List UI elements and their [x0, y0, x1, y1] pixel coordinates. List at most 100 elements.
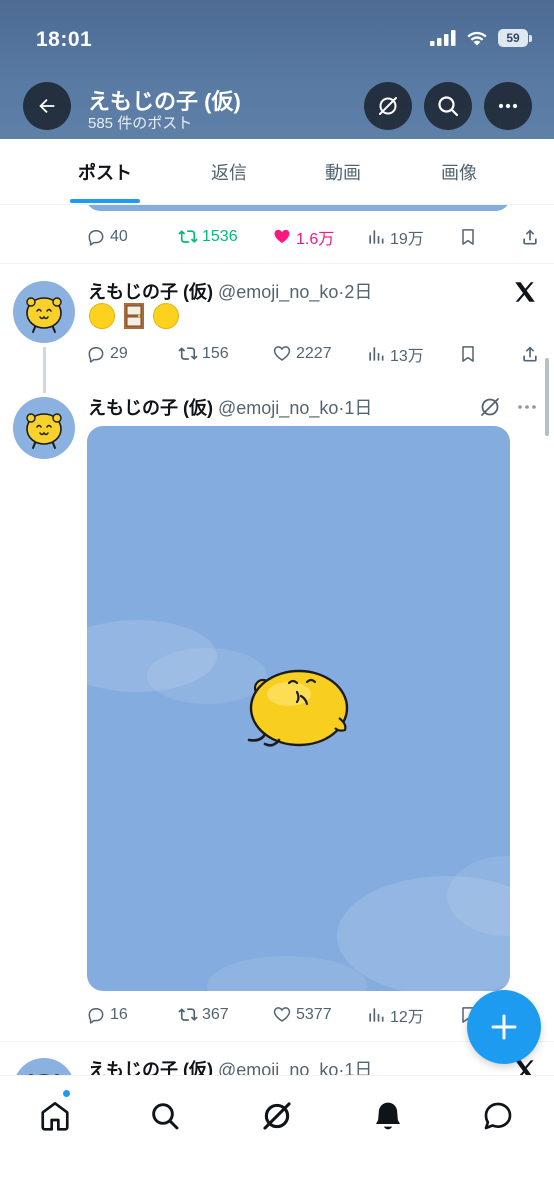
profile-screen: 18:01 59 えもじの子 (仮) 585 件のポスト ポスト 返信 動画 画…: [0, 0, 554, 1199]
like-count: 5377: [296, 1006, 332, 1023]
post-media[interactable]: [86, 205, 510, 211]
post-header: えもじの子 (仮) @emoji_no_ko·2日: [88, 282, 373, 302]
status-time: 18:01: [36, 28, 93, 51]
repost-count: 156: [202, 345, 229, 362]
bookmark-icon: [462, 346, 474, 362]
post-header: えもじの子 (仮) @emoji_no_ko·1日: [88, 398, 373, 418]
bottom-navigation: [0, 1075, 554, 1199]
author-name[interactable]: えもじの子 (仮): [88, 282, 213, 302]
share-icon: [523, 229, 537, 245]
view-count: 13万: [390, 348, 424, 365]
more-icon: [498, 103, 518, 109]
arrow-left-icon: [39, 98, 55, 114]
reply-icon: [88, 1008, 104, 1024]
heart-filled-icon: [274, 229, 290, 243]
more-button[interactable]: [484, 82, 532, 130]
like-count: 2227: [296, 345, 332, 362]
reply-button[interactable]: 29: [86, 339, 128, 369]
post-count: 585 件のポスト: [88, 115, 193, 132]
battery-level: 59: [498, 29, 528, 47]
post-media[interactable]: [87, 426, 510, 991]
reply-icon: [88, 230, 104, 246]
nav-home[interactable]: [35, 1096, 75, 1136]
views-icon: [369, 1008, 384, 1022]
repost-icon: [178, 230, 198, 243]
post-actions: 40 1536 1.6万 19万: [86, 222, 542, 252]
like-button[interactable]: 2227: [272, 339, 332, 369]
search-icon: [438, 96, 459, 117]
grok-icon[interactable]: [478, 395, 502, 419]
grok-button[interactable]: [364, 82, 412, 130]
repost-button[interactable]: 1536: [178, 222, 238, 252]
heart-icon: [273, 346, 291, 361]
reply-count: 40: [110, 228, 128, 245]
post-text: [88, 302, 180, 330]
nav-grok[interactable]: [257, 1096, 297, 1136]
avatar[interactable]: [13, 397, 75, 459]
grok-icon: [379, 97, 397, 115]
post-header: えもじの子 (仮) @emoji_no_ko·1日: [88, 1056, 372, 1075]
messages-icon: [484, 1102, 512, 1130]
emoji-blob-avatar: [26, 297, 62, 333]
views-button[interactable]: 13万: [366, 339, 424, 369]
post-more-icon[interactable]: [515, 395, 539, 419]
door-emoji: [124, 303, 144, 329]
like-count: 1.6万: [296, 231, 335, 248]
post-time: 1日: [344, 1060, 373, 1075]
post-feed[interactable]: 40 1536 1.6万 19万 えもじの子 (仮) @emoji_no_ko·…: [0, 205, 554, 1075]
status-bar: 18:01 59: [0, 0, 554, 80]
post-divider: [0, 263, 554, 264]
scroll-indicator[interactable]: [545, 358, 549, 436]
reply-count: 29: [110, 345, 128, 362]
grok-icon: [263, 1102, 291, 1130]
reply-button[interactable]: 16: [86, 1000, 128, 1030]
post-time: 1日: [344, 398, 373, 418]
tab-posts[interactable]: ポスト: [36, 139, 174, 205]
compose-button[interactable]: [467, 990, 541, 1064]
share-button[interactable]: [520, 222, 540, 252]
author-handle[interactable]: @emoji_no_ko: [218, 398, 338, 418]
share-button[interactable]: [520, 339, 540, 369]
author-handle[interactable]: @emoji_no_ko: [218, 1060, 338, 1075]
nav-notifications[interactable]: [368, 1096, 408, 1136]
author-name[interactable]: えもじの子 (仮): [88, 1060, 213, 1075]
battery-icon: 59: [498, 29, 532, 47]
reply-button[interactable]: 40: [86, 222, 128, 252]
yellow-circle-emoji: [153, 303, 179, 329]
bookmark-button[interactable]: [458, 222, 478, 252]
view-count: 12万: [390, 1009, 424, 1026]
unread-indicator: [62, 1089, 71, 1098]
home-icon: [41, 1102, 69, 1131]
back-button[interactable]: [23, 82, 71, 130]
like-button[interactable]: 1.6万: [272, 222, 334, 252]
compose-plus-icon: [491, 1014, 517, 1040]
nav-search[interactable]: [145, 1096, 185, 1136]
nav-messages[interactable]: [478, 1096, 518, 1136]
search-button[interactable]: [424, 82, 472, 130]
views-button[interactable]: 19万: [366, 222, 424, 252]
yellow-circle-emoji: [89, 303, 115, 329]
x-logo-icon: [515, 282, 535, 302]
repost-icon: [178, 347, 198, 360]
views-button[interactable]: 12万: [366, 1000, 424, 1030]
emoji-blob-avatar: [28, 1074, 60, 1075]
post-time: 2日: [344, 282, 373, 302]
avatar[interactable]: [13, 1058, 75, 1075]
reply-icon: [88, 347, 104, 363]
like-button[interactable]: 5377: [272, 1000, 332, 1030]
repost-button[interactable]: 156: [178, 339, 229, 369]
author-handle[interactable]: @emoji_no_ko: [218, 282, 338, 302]
tab-active-indicator: [70, 199, 140, 203]
bookmark-button[interactable]: [458, 339, 478, 369]
tab-media[interactable]: 画像: [390, 139, 528, 205]
profile-header: 18:01 59 えもじの子 (仮) 585 件のポスト: [0, 0, 554, 139]
avatar[interactable]: [13, 281, 75, 343]
repost-button[interactable]: 367: [178, 1000, 229, 1030]
repost-count: 367: [202, 1006, 229, 1023]
thread-line: [43, 347, 46, 393]
heart-icon: [273, 1007, 291, 1022]
views-icon: [369, 230, 384, 244]
repost-count: 1536: [202, 228, 238, 245]
blob-character-image: [87, 620, 510, 991]
author-name[interactable]: えもじの子 (仮): [88, 398, 213, 418]
